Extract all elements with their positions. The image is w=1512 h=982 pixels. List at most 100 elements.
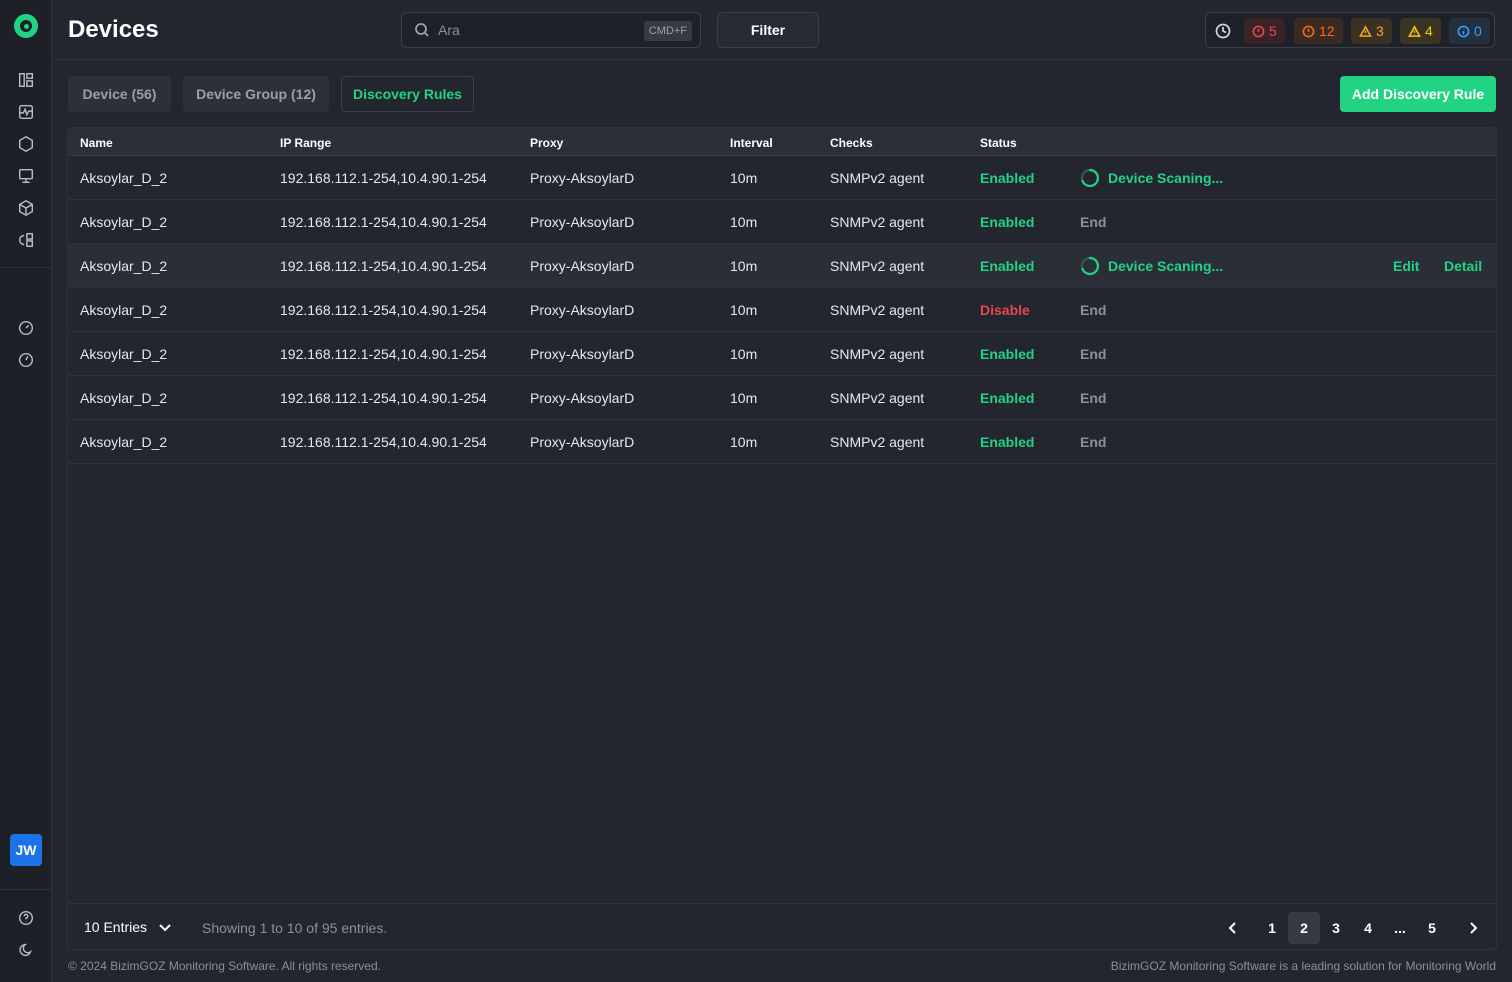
pagination-next-button[interactable] bbox=[1457, 912, 1489, 944]
table-row[interactable]: Aksoylar_D_2 192.168.112.1-254,10.4.90.1-… bbox=[68, 156, 1496, 200]
detail-link[interactable]: Detail bbox=[1444, 258, 1482, 274]
status-badge: Enabled bbox=[980, 434, 1035, 450]
scan-state-label: End bbox=[1080, 302, 1107, 318]
warning-triangle-icon bbox=[1359, 24, 1372, 37]
sidebar: JW bbox=[0, 0, 52, 982]
cell-proxy: Proxy-AksoylarD bbox=[530, 214, 635, 230]
cell-proxy: Proxy-AksoylarD bbox=[530, 302, 635, 318]
cell-ip-range: 192.168.112.1-254,10.4.90.1-254 bbox=[280, 170, 487, 186]
cell-name: Aksoylar_D_2 bbox=[80, 170, 168, 186]
sidebar-monitoring-icon[interactable] bbox=[16, 102, 36, 122]
avatar[interactable]: JW bbox=[10, 834, 42, 866]
sidebar-integrations-icon[interactable] bbox=[16, 230, 36, 250]
table-row[interactable]: Aksoylar_D_2 192.168.112.1-254,10.4.90.1-… bbox=[68, 288, 1496, 332]
table-row[interactable]: Aksoylar_D_2 192.168.112.1-254,10.4.90.1-… bbox=[68, 420, 1496, 464]
cell-checks: SNMPv2 agent bbox=[830, 434, 925, 450]
alert-badge-high[interactable]: 12 bbox=[1294, 18, 1343, 44]
chevron-left-icon bbox=[1228, 922, 1236, 934]
add-discovery-rule-button[interactable]: Add Discovery Rule bbox=[1340, 76, 1496, 112]
cell-checks: SNMPv2 agent bbox=[830, 346, 925, 362]
scan-state-label: End bbox=[1080, 346, 1107, 362]
search-input[interactable]: Ara CMD+F bbox=[401, 12, 701, 48]
cell-interval: 10m bbox=[730, 390, 758, 406]
table-header: Name IP Range Proxy Interval Checks Stat… bbox=[68, 128, 1496, 156]
tab-device-group[interactable]: Device Group (12) bbox=[183, 76, 329, 112]
cell-checks: SNMPv2 agent bbox=[830, 214, 925, 230]
chevron-down-icon bbox=[159, 924, 171, 932]
alert-badge-info[interactable]: 0 bbox=[1449, 18, 1490, 44]
info-circle-icon bbox=[1457, 25, 1470, 37]
sidebar-gauge-icon[interactable] bbox=[16, 318, 36, 338]
table-row[interactable]: Aksoylar_D_2 192.168.112.1-254,10.4.90.1-… bbox=[68, 244, 1496, 288]
cell-checks: SNMPv2 agent bbox=[830, 258, 925, 274]
scan-state-label: Device Scaning... bbox=[1108, 170, 1224, 186]
help-icon[interactable] bbox=[16, 908, 36, 928]
cell-interval: 10m bbox=[730, 346, 758, 362]
sidebar-package-icon[interactable] bbox=[16, 198, 36, 218]
cell-name: Aksoylar_D_2 bbox=[80, 214, 168, 230]
sidebar-speed-icon[interactable] bbox=[16, 350, 36, 370]
scan-state-label: Device Scaning... bbox=[1108, 258, 1224, 274]
status-badge: Disable bbox=[980, 302, 1030, 318]
scan-state: Device Scaning... bbox=[1080, 168, 1223, 188]
column-header-name[interactable]: Name bbox=[80, 136, 113, 150]
table-row[interactable]: Aksoylar_D_2 192.168.112.1-254,10.4.90.1-… bbox=[68, 200, 1496, 244]
status-badge: Enabled bbox=[980, 214, 1035, 230]
page-title: Devices bbox=[68, 16, 159, 43]
cell-name: Aksoylar_D_2 bbox=[80, 258, 168, 274]
pagination-prev-button[interactable] bbox=[1217, 912, 1249, 944]
sidebar-divider bbox=[0, 889, 52, 890]
tab-discovery-rules[interactable]: Discovery Rules bbox=[341, 76, 474, 112]
app-logo-icon[interactable] bbox=[14, 14, 38, 38]
scan-state-label: End bbox=[1080, 434, 1107, 450]
cell-proxy: Proxy-AksoylarD bbox=[530, 346, 635, 362]
error-circle-icon bbox=[1252, 25, 1265, 37]
pagination-page[interactable]: 3 bbox=[1320, 912, 1352, 944]
pagination-ellipsis: ... bbox=[1394, 920, 1406, 936]
entries-per-page-select[interactable]: 10 Entries bbox=[84, 919, 173, 935]
column-header-ip-range[interactable]: IP Range bbox=[280, 136, 331, 150]
alert-badge-warning[interactable]: 4 bbox=[1400, 18, 1441, 44]
table-row[interactable]: Aksoylar_D_2 192.168.112.1-254,10.4.90.1-… bbox=[68, 332, 1496, 376]
status-badge: Enabled bbox=[980, 390, 1035, 406]
cell-ip-range: 192.168.112.1-254,10.4.90.1-254 bbox=[280, 302, 487, 318]
chevron-right-icon bbox=[1470, 922, 1478, 934]
alert-count: 0 bbox=[1474, 23, 1482, 39]
alert-badge-critical[interactable]: 5 bbox=[1244, 18, 1285, 44]
pagination-page-current[interactable]: 2 bbox=[1288, 912, 1320, 944]
showing-entries-text: Showing 1 to 10 of 95 entries. bbox=[202, 920, 388, 936]
scan-state: Device Scaning... bbox=[1080, 256, 1223, 276]
column-header-interval[interactable]: Interval bbox=[730, 136, 773, 150]
sidebar-hexagon-icon[interactable] bbox=[16, 134, 36, 154]
table-row[interactable]: Aksoylar_D_2 192.168.112.1-254,10.4.90.1-… bbox=[68, 376, 1496, 420]
column-header-status[interactable]: Status bbox=[980, 136, 1017, 150]
cell-proxy: Proxy-AksoylarD bbox=[530, 434, 635, 450]
history-clock-icon[interactable] bbox=[1214, 22, 1232, 40]
loading-spinner-icon bbox=[1080, 256, 1100, 276]
cell-checks: SNMPv2 agent bbox=[830, 390, 925, 406]
pagination-page[interactable]: 5 bbox=[1416, 912, 1448, 944]
alert-badge-average[interactable]: 3 bbox=[1351, 18, 1392, 44]
alert-count: 4 bbox=[1425, 23, 1433, 39]
warning-triangle-icon bbox=[1408, 24, 1421, 37]
search-placeholder: Ara bbox=[438, 22, 460, 38]
pagination-page[interactable]: 1 bbox=[1256, 912, 1288, 944]
alert-count: 3 bbox=[1376, 23, 1384, 39]
edit-link[interactable]: Edit bbox=[1393, 258, 1419, 274]
alert-count: 12 bbox=[1319, 23, 1335, 39]
search-icon bbox=[414, 22, 430, 38]
scan-state-label: End bbox=[1080, 390, 1107, 406]
column-header-checks[interactable]: Checks bbox=[830, 136, 873, 150]
sidebar-devices-icon[interactable] bbox=[16, 166, 36, 186]
tab-device[interactable]: Device (56) bbox=[68, 76, 171, 112]
cell-ip-range: 192.168.112.1-254,10.4.90.1-254 bbox=[280, 258, 487, 274]
cell-checks: SNMPv2 agent bbox=[830, 170, 925, 186]
footer-copyright: © 2024 BizimGOZ Monitoring Software. All… bbox=[68, 959, 381, 973]
cell-interval: 10m bbox=[730, 434, 758, 450]
pagination-page[interactable]: 4 bbox=[1352, 912, 1384, 944]
dark-mode-moon-icon[interactable] bbox=[16, 940, 36, 960]
filter-button[interactable]: Filter bbox=[717, 12, 819, 48]
sidebar-dashboard-icon[interactable] bbox=[16, 70, 36, 90]
column-header-proxy[interactable]: Proxy bbox=[530, 136, 563, 150]
status-badge: Enabled bbox=[980, 346, 1035, 362]
